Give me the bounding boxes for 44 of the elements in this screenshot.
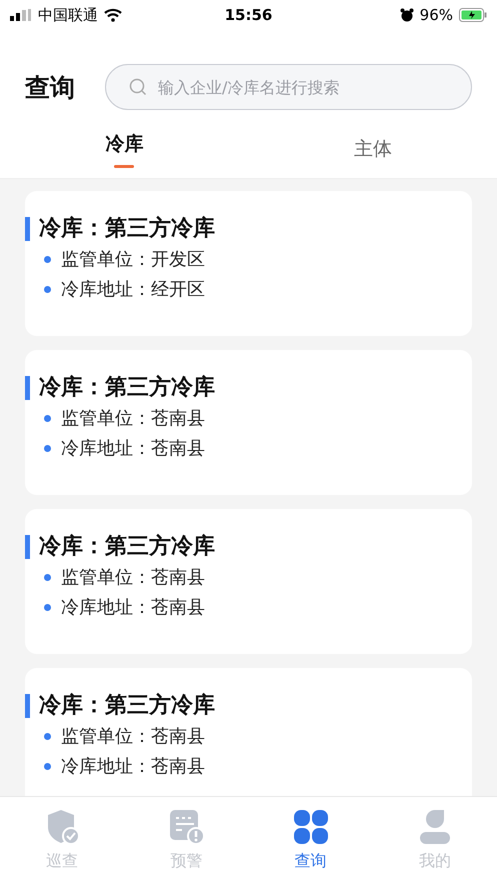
- nav-label: 巡查: [46, 851, 78, 872]
- bullet-icon: [44, 256, 51, 262]
- tab[interactable]: 冷库: [105, 130, 144, 156]
- tab-indicator: [114, 164, 134, 168]
- bullet-icon: [44, 444, 51, 452]
- bullet-icon: [44, 414, 51, 422]
- bullet-icon: [44, 604, 51, 610]
- cold-storage-card[interactable]: 冷库：第三方冷库 监管单位：苍南县 冷库地址：苍南县: [25, 350, 472, 495]
- detail-text: 冷库地址：苍南县: [61, 755, 205, 778]
- grid-icon: [292, 809, 329, 845]
- battery-percent: 96%: [420, 6, 453, 24]
- detail-text: 监管单位：苍南县: [61, 725, 205, 748]
- tab[interactable]: 主体: [354, 136, 392, 162]
- nav-item[interactable]: 查询: [248, 797, 373, 883]
- signal-icon: [10, 9, 32, 21]
- search-field[interactable]: 输入企业/冷库名进行搜索: [105, 64, 472, 110]
- clock-time: 15:56: [224, 6, 272, 24]
- detail-text: 监管单位：开发区: [61, 248, 205, 271]
- page-title: 查询: [25, 72, 75, 104]
- bullet-icon: [44, 732, 51, 740]
- alarm-icon: [400, 8, 414, 22]
- detail-text: 监管单位：苍南县: [61, 566, 205, 589]
- nav-label: 我的: [418, 851, 451, 872]
- detail-text: 冷库地址：苍南县: [61, 596, 205, 619]
- nav-label: 预警: [170, 851, 202, 872]
- card-title: 冷库：第三方冷库: [25, 535, 215, 559]
- detail-text: 冷库地址：苍南县: [61, 437, 205, 460]
- cold-storage-card[interactable]: 冷库：第三方冷库 监管单位：苍南县 冷库地址：苍南县: [25, 668, 472, 796]
- detail-text: 冷库地址：经开区: [61, 278, 205, 301]
- card-title: 冷库：第三方冷库: [25, 376, 215, 400]
- bullet-icon: [44, 574, 51, 580]
- detail-text: 监管单位：苍南县: [61, 407, 205, 430]
- nav-label: 查询: [294, 851, 327, 872]
- card-title: 冷库：第三方冷库: [25, 217, 215, 241]
- card-title: 冷库：第三方冷库: [25, 694, 215, 718]
- bullet-icon: [44, 286, 51, 292]
- battery-icon: [459, 8, 487, 22]
- cold-storage-card[interactable]: 冷库：第三方冷库 监管单位：开发区 冷库地址：经开区: [25, 191, 472, 336]
- search-icon: [129, 78, 147, 96]
- alert-calendar-icon: [168, 809, 204, 845]
- carrier-name: 中国联通: [38, 6, 98, 24]
- bullet-icon: [44, 762, 51, 770]
- cold-storage-card[interactable]: 冷库：第三方冷库 监管单位：苍南县 冷库地址：苍南县: [25, 509, 472, 654]
- wifi-icon: [104, 8, 122, 22]
